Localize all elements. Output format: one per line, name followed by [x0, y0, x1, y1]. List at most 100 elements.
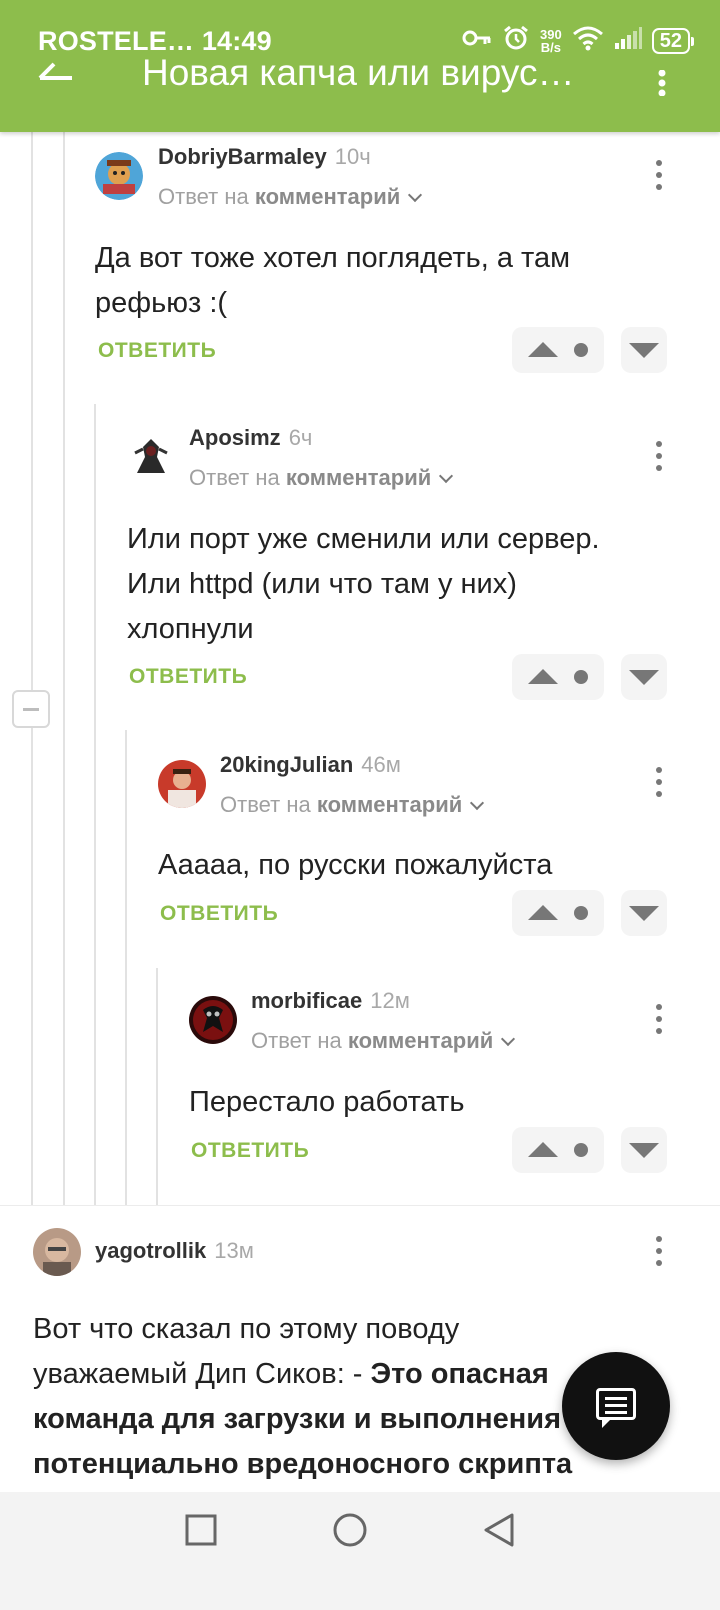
- reply-button[interactable]: ОТВЕТИТЬ: [129, 665, 247, 689]
- avatar[interactable]: [33, 1228, 81, 1276]
- reply-to[interactable]: Ответ на комментарий: [158, 184, 423, 210]
- upvote-icon: [528, 342, 558, 357]
- page-title: Новая капча или вирус…: [142, 52, 575, 93]
- signal-icon: [614, 26, 642, 55]
- comment-text: Ааааа, по русски пожалуйста: [158, 843, 688, 888]
- comment-time: 13м: [214, 1238, 254, 1263]
- kebab-icon[interactable]: [654, 767, 664, 797]
- upvote-button[interactable]: [512, 1127, 604, 1173]
- chevron-down-icon[interactable]: [408, 187, 423, 203]
- comment-line: Перестало работать: [189, 1086, 465, 1118]
- downvote-button[interactable]: [621, 1127, 667, 1173]
- comment-time: 46м: [361, 752, 401, 777]
- net-speed: 390 B/s: [540, 28, 562, 54]
- comment-author[interactable]: morbificae 12м: [251, 988, 410, 1014]
- comment-line: Или httpd (или что там у них): [127, 568, 517, 600]
- comment-line: Да вот тоже хотел поглядеть, а там: [95, 242, 571, 274]
- downvote-icon: [629, 1143, 659, 1158]
- comment-text: Или порт уже сменили или сервер. Или htt…: [127, 517, 687, 652]
- chevron-down-icon[interactable]: [439, 468, 454, 484]
- author-name[interactable]: Aposimz: [189, 425, 281, 450]
- home-icon[interactable]: [332, 1512, 368, 1553]
- reply-to[interactable]: Ответ на комментарий: [220, 792, 485, 818]
- avatar[interactable]: [189, 996, 237, 1044]
- comment-author[interactable]: DobriyBarmaley 10ч: [158, 144, 371, 170]
- reply-prefix: Ответ на: [158, 184, 249, 209]
- rating-dot-icon: [574, 1143, 588, 1157]
- comment-line: рефьюз :(: [95, 287, 228, 319]
- system-nav-bar: [0, 1492, 720, 1610]
- comment-line: Или порт уже сменили или сервер.: [127, 523, 600, 555]
- downvote-icon: [629, 906, 659, 921]
- upvote-button[interactable]: [512, 654, 604, 700]
- comment-time: 6ч: [288, 425, 313, 450]
- battery-icon: 52: [651, 27, 695, 54]
- comment-author[interactable]: yagotrollik 13м: [95, 1238, 254, 1264]
- chevron-down-icon[interactable]: [501, 1031, 516, 1047]
- minus-icon: [23, 708, 39, 711]
- more-vert-icon[interactable]: [656, 69, 668, 101]
- kebab-icon[interactable]: [654, 441, 664, 471]
- thread-line-4: [125, 730, 127, 1205]
- upvote-button[interactable]: [512, 327, 604, 373]
- upvote-icon: [528, 669, 558, 684]
- comment-line-bold: команда для загрузки и выполнения: [33, 1403, 562, 1435]
- app-bar: ROSTELE… 14:49 390 B/s 52 Новая капча ил…: [0, 0, 720, 132]
- chat-icon: [596, 1388, 636, 1428]
- reply-prefix: Ответ на: [220, 792, 311, 817]
- reply-target[interactable]: комментарий: [255, 184, 400, 209]
- reply-button[interactable]: ОТВЕТИТЬ: [160, 902, 278, 926]
- reply-target[interactable]: комментарий: [286, 465, 431, 490]
- kebab-icon[interactable]: [654, 1004, 664, 1034]
- rating-dot-icon: [574, 906, 588, 920]
- reply-target[interactable]: комментарий: [317, 792, 462, 817]
- comment-author[interactable]: Aposimz 6ч: [189, 425, 312, 451]
- avatar[interactable]: [127, 433, 175, 481]
- comment-line-bold: Это опасная: [370, 1358, 549, 1390]
- reply-target[interactable]: комментарий: [348, 1028, 493, 1053]
- thread-line-5: [156, 968, 158, 1205]
- comment-line: хлопнули: [127, 613, 254, 645]
- comment-fab-button[interactable]: [562, 1352, 670, 1460]
- chevron-down-icon[interactable]: [470, 795, 485, 811]
- reply-to[interactable]: Ответ на комментарий: [189, 465, 454, 491]
- author-name[interactable]: morbificae: [251, 988, 362, 1013]
- thread-line-3: [94, 404, 96, 1205]
- comment-time: 10ч: [334, 144, 371, 169]
- upvote-button[interactable]: [512, 890, 604, 936]
- recents-icon[interactable]: [185, 1514, 217, 1551]
- author-name[interactable]: yagotrollik: [95, 1238, 206, 1263]
- back-arrow-icon[interactable]: [34, 58, 74, 99]
- reply-button[interactable]: ОТВЕТИТЬ: [98, 339, 216, 363]
- comment-time: 12м: [370, 988, 410, 1013]
- avatar[interactable]: [95, 152, 143, 200]
- comment-line-normal: уважаемый Дип Сиков: -: [33, 1358, 371, 1390]
- back-icon[interactable]: [482, 1512, 516, 1553]
- comment-line-bold: потенциально вредоносного скрипта: [33, 1448, 573, 1480]
- comment-text: Перестало работать: [189, 1080, 689, 1125]
- author-name[interactable]: DobriyBarmaley: [158, 144, 327, 169]
- author-name[interactable]: 20kingJulian: [220, 752, 353, 777]
- downvote-icon: [629, 670, 659, 685]
- comment-text: Да вот тоже хотел поглядеть, а там рефью…: [95, 236, 675, 326]
- rating-dot-icon: [574, 343, 588, 357]
- downvote-button[interactable]: [621, 890, 667, 936]
- reply-prefix: Ответ на: [189, 465, 280, 490]
- reply-to[interactable]: Ответ на комментарий: [251, 1028, 516, 1054]
- key-icon: [462, 27, 492, 54]
- downvote-button[interactable]: [621, 654, 667, 700]
- avatar[interactable]: [158, 760, 206, 808]
- rating-dot-icon: [574, 670, 588, 684]
- collapse-thread-button[interactable]: [12, 690, 50, 728]
- kebab-icon[interactable]: [654, 160, 664, 190]
- reply-button[interactable]: ОТВЕТИТЬ: [191, 1139, 309, 1163]
- upvote-icon: [528, 905, 558, 920]
- comment-line: Ааааа, по русски пожалуйста: [158, 849, 553, 881]
- comment-author[interactable]: 20kingJulian 46м: [220, 752, 401, 778]
- upvote-icon: [528, 1142, 558, 1157]
- kebab-icon[interactable]: [654, 1236, 664, 1266]
- net-speed-value: 390: [540, 26, 562, 42]
- divider: [0, 1205, 720, 1206]
- downvote-button[interactable]: [621, 327, 667, 373]
- downvote-icon: [629, 343, 659, 358]
